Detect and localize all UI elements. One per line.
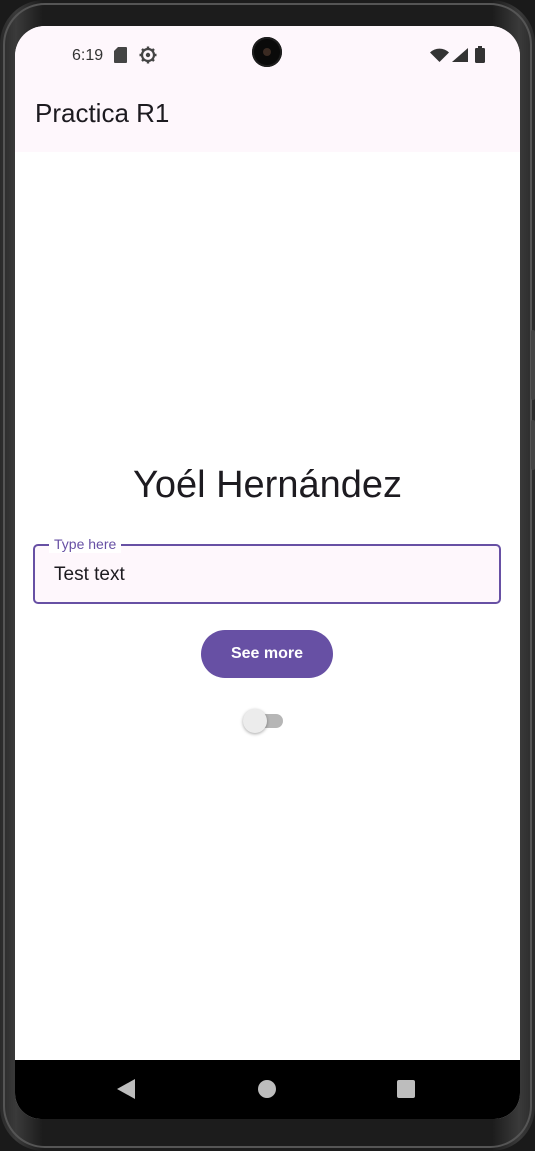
status-bar: 6:19 (15, 26, 520, 82)
toggle-switch[interactable] (243, 707, 283, 735)
sd-card-icon (114, 47, 127, 63)
app-title: Practica R1 (35, 98, 170, 128)
recents-icon[interactable] (397, 1080, 415, 1098)
status-time: 6:19 (72, 47, 104, 64)
device-screen: 6:19 Practica R1 Yoél Hernández Type her… (15, 26, 520, 1119)
cell-signal-icon (452, 48, 468, 62)
power-button (531, 420, 535, 470)
front-camera (252, 37, 282, 67)
see-more-button[interactable]: See more (201, 630, 333, 678)
text-field-value[interactable]: Test text (54, 564, 125, 586)
home-icon[interactable] (257, 1079, 277, 1099)
volume-button (531, 330, 535, 400)
settings-gear-icon (139, 46, 157, 64)
battery-icon (475, 46, 485, 63)
app-bar: Practica R1 (15, 82, 520, 152)
device-frame: 6:19 Practica R1 Yoél Hernández Type her… (0, 0, 535, 1151)
switch-thumb (243, 709, 267, 733)
text-input-field[interactable]: Type here Test text (33, 535, 501, 604)
main-content: Yoél Hernández Type here Test text See m… (15, 152, 520, 1060)
navigation-bar (15, 1060, 520, 1119)
name-heading: Yoél Hernández (132, 464, 403, 506)
back-icon[interactable] (116, 1078, 136, 1100)
text-field-label: Type here (49, 535, 122, 553)
wifi-icon (430, 48, 449, 62)
